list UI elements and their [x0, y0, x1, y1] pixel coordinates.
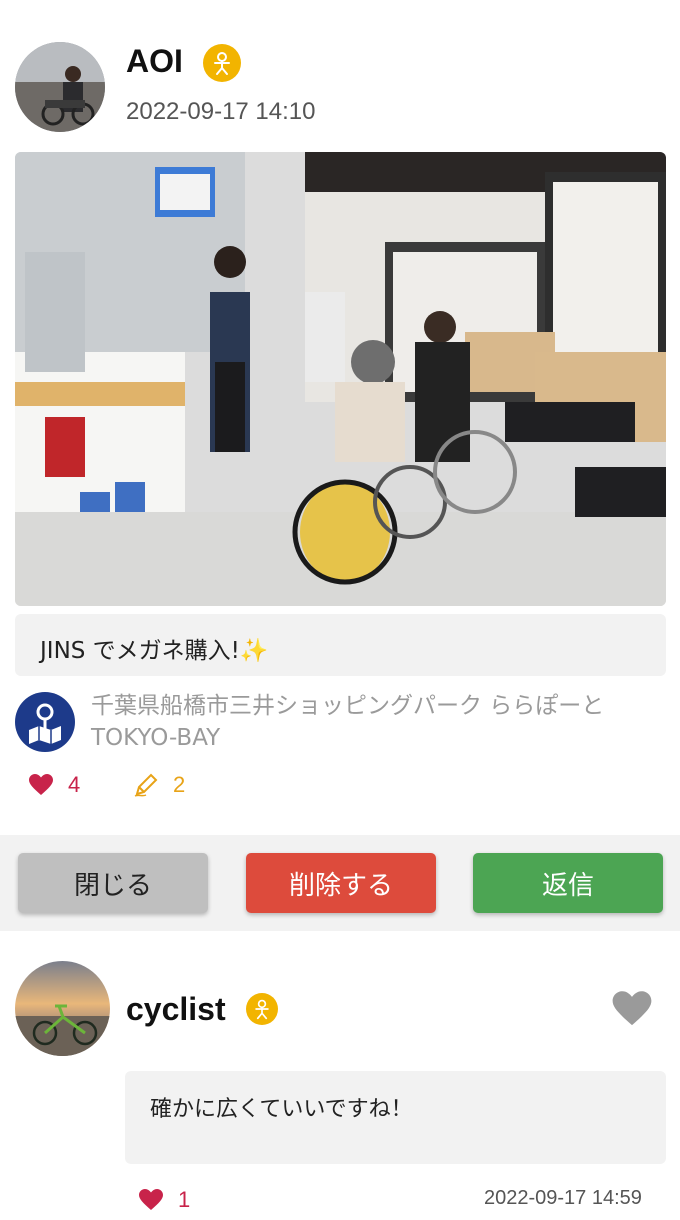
heart-outline-gray-icon[interactable]: [611, 989, 653, 1029]
post-username[interactable]: AOI: [126, 43, 183, 80]
person-badge-icon: [203, 44, 241, 82]
reply-like-stat[interactable]: 1: [138, 1187, 190, 1213]
reply-text: 確かに広くていいですね！: [150, 1097, 413, 1122]
close-button[interactable]: 閉じる: [18, 853, 208, 913]
heart-icon: [28, 773, 54, 797]
reply-button[interactable]: 返信: [473, 853, 663, 913]
post-comment-stat[interactable]: 2: [133, 772, 185, 798]
reply-like-count: 1: [178, 1187, 191, 1212]
post-timestamp: 2022-09-17 14:10: [126, 98, 316, 125]
reply-timestamp: 2022-09-17 14:59: [484, 1187, 642, 1209]
post-comment-count: 2: [173, 772, 186, 797]
post-caption: JINS でメガネ購入!✨: [40, 638, 269, 664]
reply-card: cyclist 確かに広くていいですね！ 1 2022-09-17 14:59: [0, 931, 680, 1220]
post-location[interactable]: 千葉県船橋市三井ショッピングパーク ららぽーと TOKYO-BAY: [91, 690, 661, 754]
post-avatar[interactable]: [15, 42, 105, 132]
reply-avatar[interactable]: [15, 961, 110, 1056]
map-pin-icon[interactable]: [15, 692, 75, 752]
post-like-stat[interactable]: 4: [28, 772, 80, 798]
heart-icon: [138, 1188, 164, 1212]
post-photo[interactable]: [15, 152, 666, 606]
delete-button[interactable]: 削除する: [246, 853, 436, 913]
pencil-icon: [133, 772, 159, 798]
post-like-count: 4: [68, 772, 81, 797]
post-caption-box: JINS でメガネ購入!✨: [15, 614, 666, 676]
reply-text-box: 確かに広くていいですね！: [125, 1071, 666, 1164]
post-card: AOI 2022-09-17 14:10 JINS でメガネ購入!✨ 千葉県船橋…: [0, 0, 680, 835]
person-badge-icon: [246, 993, 278, 1025]
reply-username[interactable]: cyclist: [126, 991, 226, 1028]
